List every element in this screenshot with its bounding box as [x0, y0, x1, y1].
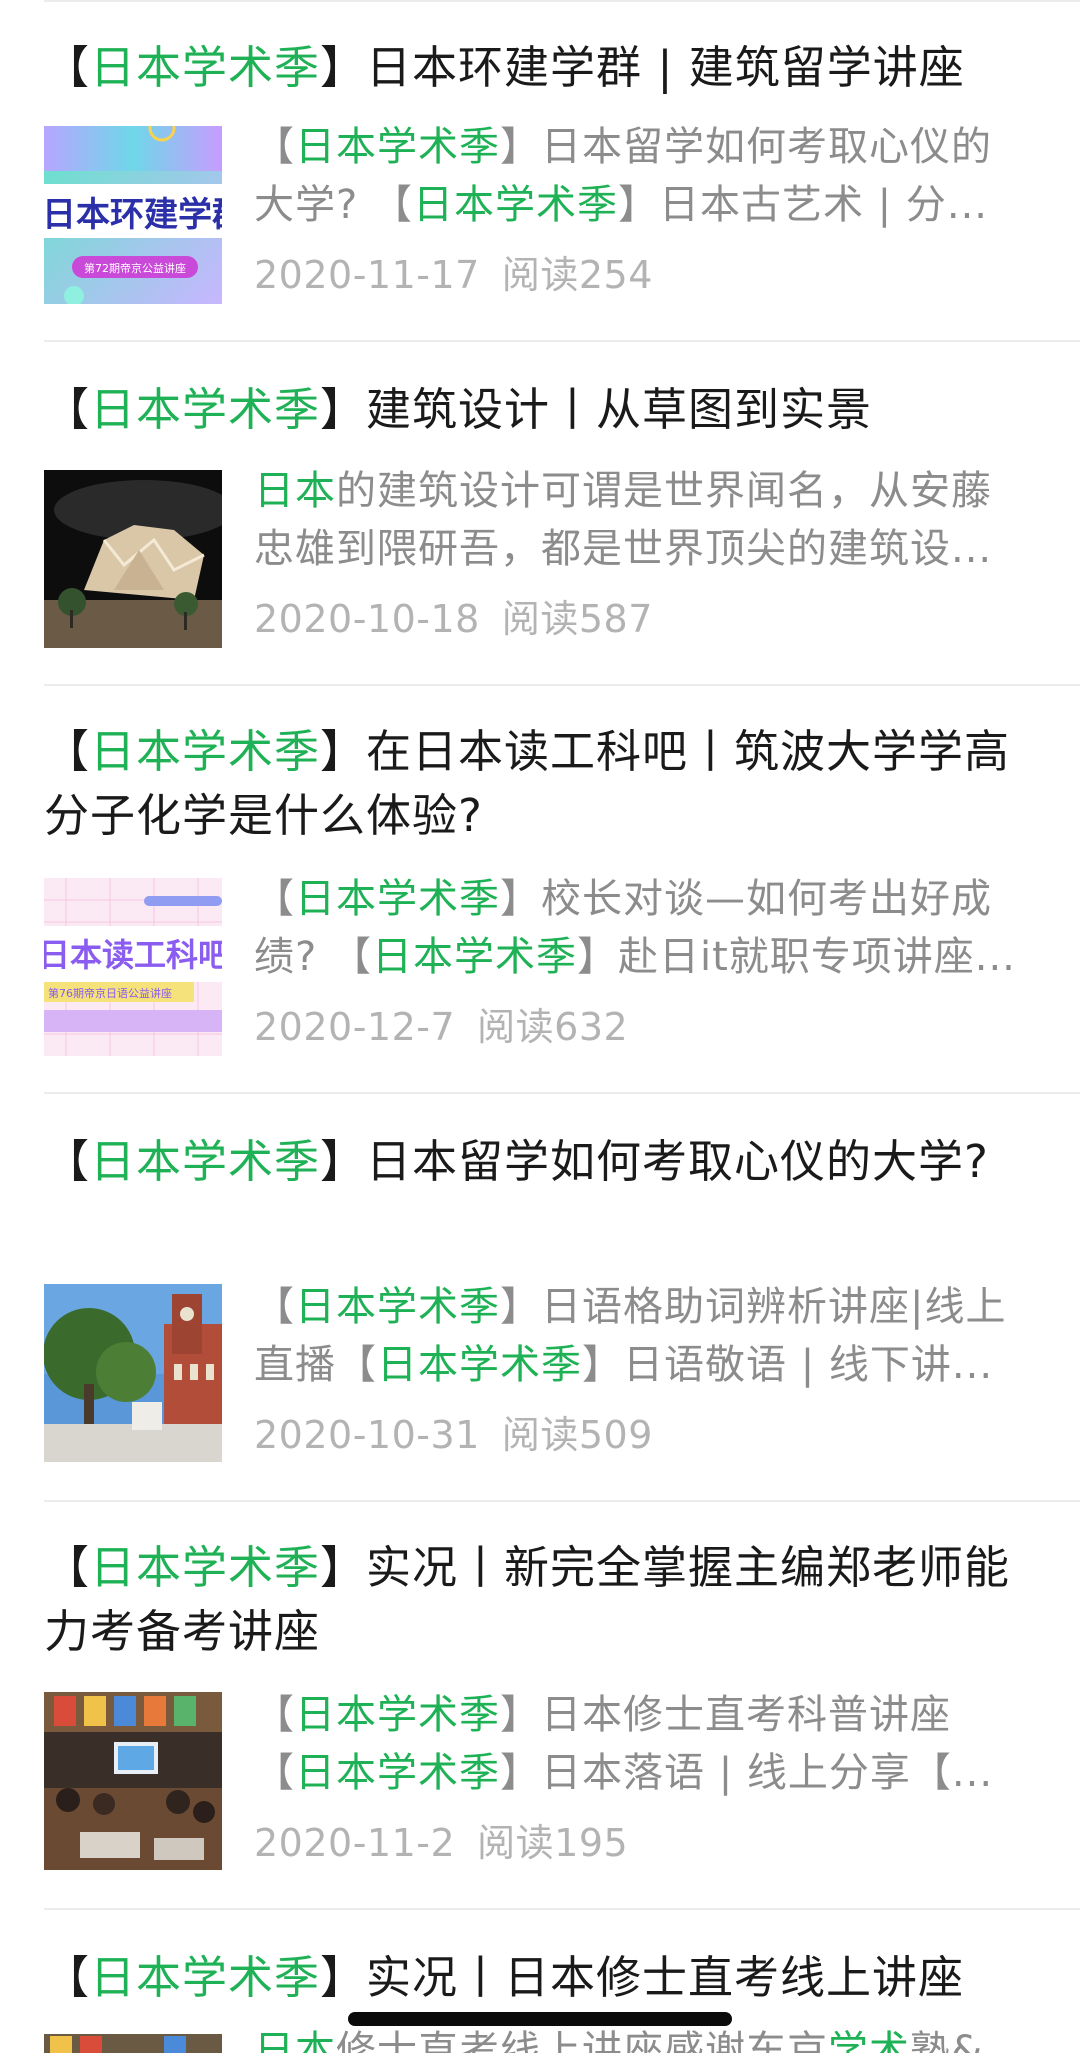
keyword-highlight: 日本学术季	[295, 1284, 500, 1330]
article-date: 2020-11-17	[254, 253, 480, 297]
text-run: 】日语格助词辨析讲座|线上	[500, 1284, 1007, 1330]
text-run: 【	[254, 1750, 295, 1796]
keyword-highlight: 日本学术季	[90, 1541, 321, 1594]
text-run: 修士直考线上讲座感谢东京	[336, 2028, 828, 2053]
keyword-highlight: 日本学术季	[295, 1750, 500, 1796]
keyword-highlight: 学术	[828, 2028, 910, 2053]
text-run: 【	[44, 1541, 91, 1594]
article-meta: 2020-10-31 阅读509	[254, 1412, 653, 1458]
text-run: 】校长对谈—如何考出好成	[500, 876, 992, 922]
article-thumbnail	[44, 1284, 222, 1462]
text-run: 】日本修士直考科普讲座	[500, 1692, 951, 1738]
article-meta: 2020-12-7 阅读632	[254, 1004, 628, 1050]
keyword-highlight: 日本学术季	[295, 124, 500, 170]
article-reads: 阅读509	[501, 1413, 653, 1457]
text-run: 绩? 【	[254, 934, 372, 980]
article-item[interactable]: 【日本学术季】在日本读工科吧丨筑波大学学高分子化学是什么体验? 日本读工科吧 第…	[44, 688, 1080, 1094]
thumb-text: 日本读工科吧	[44, 936, 222, 974]
text-run: 】日本留学如何考取心仪的大学?	[320, 1135, 989, 1188]
article-summary: 【日本学术季】日本修士直考科普讲座 【日本学术季】日本落语 | 线上分享【...	[254, 1686, 1054, 1802]
article-item[interactable]: 【日本学术季】建筑设计丨从草图到实景 日本的建筑设计可谓是世界闻名，从安藤 忠雄…	[44, 344, 1080, 686]
article-summary: 日本的建筑设计可谓是世界闻名，从安藤 忠雄到隈研吾，都是世界顶尖的建筑设...	[254, 462, 1054, 578]
text-run: 】日本古艺术 | 分...	[617, 182, 989, 228]
article-reads: 阅读254	[501, 253, 653, 297]
text-run: 】日本留学如何考取心仪的	[500, 124, 992, 170]
thumb-text: 日本环建学群	[44, 195, 222, 235]
article-summary: 日本修士直考线上讲座感谢东京学术塾&...	[254, 2022, 1054, 2053]
article-summary: 【日本学术季】校长对谈—如何考出好成 绩? 【日本学术季】赴日it就职专项讲座.…	[254, 870, 1054, 986]
text-run: 【	[254, 124, 295, 170]
keyword-highlight: 日本学术季	[371, 934, 577, 980]
text-run: 】实况丨日本修士直考线上讲座	[320, 1951, 965, 2004]
keyword-highlight: 日本学术季	[90, 383, 321, 436]
article-thumbnail	[44, 1692, 222, 1870]
article-meta: 2020-10-18 阅读587	[254, 596, 653, 642]
text-run: 【	[254, 876, 295, 922]
article-thumbnail: 日本读工科吧 第76期帝京日语公益讲座	[44, 878, 222, 1056]
keyword-highlight: 日本学术季	[90, 725, 321, 778]
article-date: 2020-11-2	[254, 1821, 456, 1865]
keyword-highlight: 日本学术季	[295, 876, 500, 922]
text-run: 大学? 【	[254, 182, 413, 228]
text-run: 】日本环建学群 | 建筑留学讲座	[320, 41, 965, 94]
text-run: 】日语敬语 | 线下讲...	[582, 1342, 994, 1388]
article-title[interactable]: 【日本学术季】实况丨新完全掌握主编郑老师能力考备考讲座	[44, 1536, 1034, 1664]
article-summary: 【日本学术季】日本留学如何考取心仪的 大学? 【日本学术季】日本古艺术 | 分.…	[254, 118, 1054, 234]
text-run: 直播【	[254, 1342, 377, 1388]
text-run: 的建筑设计可谓是世界闻名，从安藤	[336, 468, 992, 514]
text-run: 】赴日it就职专项讲座...	[576, 934, 1016, 980]
article-title[interactable]: 【日本学术季】日本留学如何考取心仪的大学?	[44, 1130, 1034, 1194]
article-meta: 2020-11-2 阅读195	[254, 1820, 628, 1866]
text-run: 【	[254, 1284, 295, 1330]
article-summary: 【日本学术季】日语格助词辨析讲座|线上 直播【日本学术季】日语敬语 | 线下讲.…	[254, 1278, 1054, 1394]
article-title[interactable]: 【日本学术季】在日本读工科吧丨筑波大学学高分子化学是什么体验?	[44, 720, 1034, 848]
article-reads: 阅读195	[477, 1821, 629, 1865]
article-date: 2020-10-31	[254, 1413, 480, 1457]
text-run: 】日本落语 | 线上分享【...	[500, 1750, 994, 1796]
keyword-highlight: 日本	[254, 2028, 336, 2053]
article-thumbnail	[44, 470, 222, 648]
article-meta: 2020-11-17 阅读254	[254, 252, 653, 298]
article-title[interactable]: 【日本学术季】建筑设计丨从草图到实景	[44, 378, 1034, 442]
article-date: 2020-12-7	[254, 1005, 456, 1049]
article-thumbnail: 日本环建学群 第72期帝京公益讲座	[44, 126, 222, 304]
article-item[interactable]: 【日本学术季】日本留学如何考取心仪的大学? 【日本学术季】日语格助词辨析讲座|线…	[44, 1096, 1080, 1502]
article-reads: 阅读632	[477, 1005, 629, 1049]
article-title[interactable]: 【日本学术季】实况丨日本修士直考线上讲座	[44, 1946, 1034, 2010]
thumb-subtext: 第72期帝京公益讲座	[84, 261, 186, 275]
article-title[interactable]: 【日本学术季】日本环建学群 | 建筑留学讲座	[44, 36, 1034, 100]
keyword-highlight: 日本学术季	[295, 1692, 500, 1738]
article-item[interactable]: 【日本学术季】日本环建学群 | 建筑留学讲座 日本环建学群 第72期帝京公益讲	[44, 0, 1080, 342]
article-reads: 阅读587	[501, 597, 653, 641]
text-run: 【	[44, 383, 91, 436]
keyword-highlight: 日本学术季	[90, 1951, 321, 2004]
article-item[interactable]: 【日本学术季】实况丨日本修士直考线上讲座 日本修士直考线上讲座感谢东京学术塾&.…	[44, 1912, 1080, 2053]
keyword-highlight: 日本学术季	[377, 1342, 582, 1388]
thumb-subtext: 第76期帝京日语公益讲座	[48, 986, 172, 1000]
text-run: 忠雄到隈研吾，都是世界顶尖的建筑设...	[254, 526, 993, 572]
text-run: 【	[44, 41, 91, 94]
article-thumbnail	[44, 2034, 222, 2053]
keyword-highlight: 日本	[254, 468, 336, 514]
text-run: 【	[254, 1692, 295, 1738]
text-run: 【	[44, 1951, 91, 2004]
article-date: 2020-10-18	[254, 597, 480, 641]
text-run: 【	[44, 1135, 91, 1188]
text-run: 塾&...	[910, 2028, 1025, 2053]
text-run: 】建筑设计丨从草图到实景	[320, 383, 873, 436]
text-run: 【	[44, 725, 91, 778]
keyword-highlight: 日本学术季	[90, 1135, 321, 1188]
keyword-highlight: 日本学术季	[412, 182, 618, 228]
article-list-page: 【日本学术季】日本环建学群 | 建筑留学讲座 日本环建学群 第72期帝京公益讲	[0, 0, 1080, 2053]
article-item[interactable]: 【日本学术季】实况丨新完全掌握主编郑老师能力考备考讲座 【日本学术季】日本修士直…	[44, 1504, 1080, 1910]
keyword-highlight: 日本学术季	[90, 41, 321, 94]
home-indicator[interactable]	[348, 2012, 732, 2026]
